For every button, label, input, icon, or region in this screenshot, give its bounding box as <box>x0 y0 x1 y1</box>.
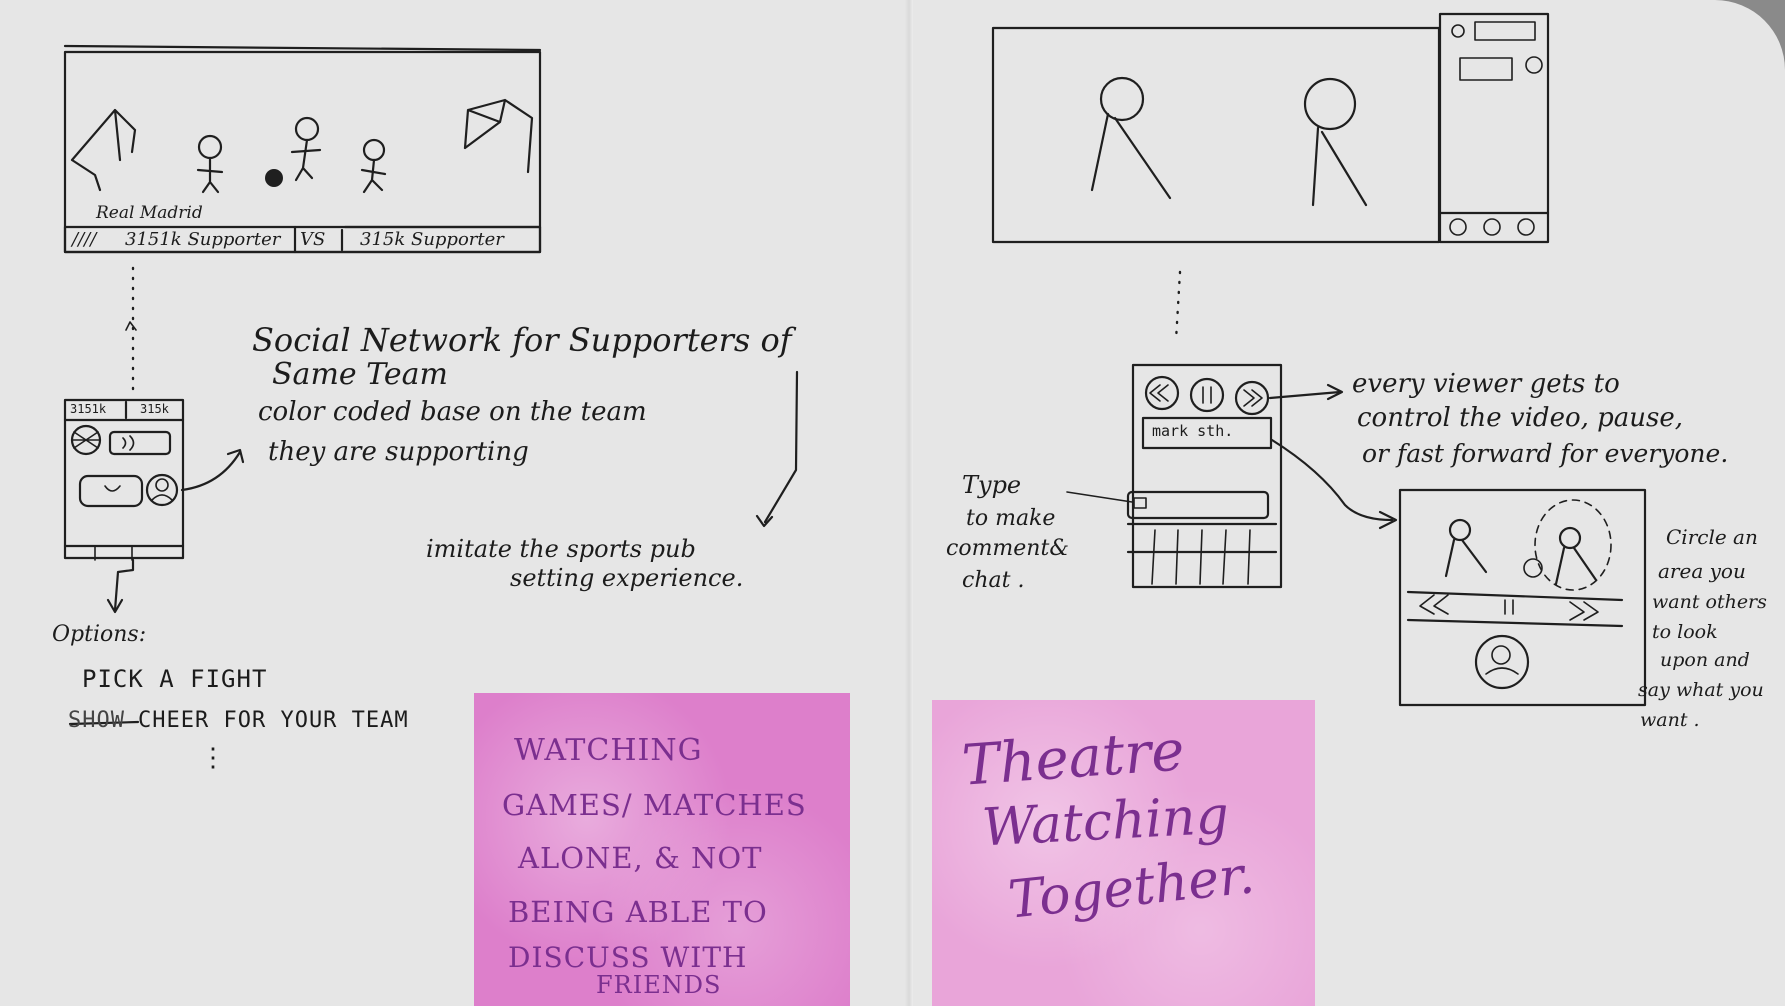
sticky-right-line-3: Together. <box>1005 845 1258 931</box>
option-cheer-for-your-team: CHEER FOR YOUR TEAM <box>138 708 409 733</box>
option-pick-a-fight: PICK A FIGHT <box>82 665 268 693</box>
sticky-left-line-3: ALONE, & NOT <box>518 841 763 875</box>
concept-title-line-1: Social Network for Supporters of <box>252 321 792 359</box>
controls-note-line-3: or fast forward for everyone. <box>1362 439 1729 468</box>
sticky-left-line-5: DISCUSS WITH <box>508 941 748 974</box>
video-sketch <box>991 12 1550 244</box>
phone-sketch <box>63 398 245 614</box>
type-note-line-3: comment& <box>946 536 1069 561</box>
phone-left-count: 3151k <box>70 402 107 416</box>
up-arrow-icon <box>125 321 137 331</box>
circle-sketch-frame <box>1398 488 1647 707</box>
type-note-line-2: to make <box>966 506 1056 531</box>
sticky-note-idea: Theatre Watching Together. <box>932 700 1315 1006</box>
left-supporters-count: 3151k Supporter <box>125 229 281 250</box>
circle-note-line-6: say what you <box>1638 679 1764 701</box>
imitate-line-1: imitate the sports pub <box>426 535 696 563</box>
dashed-circle-selection <box>1534 499 1612 591</box>
player-2-icon <box>290 116 322 182</box>
imitate-line-2: setting experience. <box>510 564 744 592</box>
chat-panel <box>1438 12 1550 244</box>
circle-note-line-4: to look <box>1652 621 1718 643</box>
circle-note-line-1: Circle an <box>1666 525 1758 549</box>
stadium-frame-top-stroke <box>63 44 542 52</box>
team-label: Real Madrid <box>96 203 203 223</box>
concept-title-line-2: Same Team <box>272 357 448 392</box>
chat-bubble-sound <box>108 430 172 456</box>
pause-small-icon <box>1504 599 1514 615</box>
rewind-small-icon <box>1419 594 1449 615</box>
option-struck-show: SHOW <box>68 708 125 733</box>
left-goal-icon <box>70 108 137 192</box>
fast-forward-icon <box>1234 380 1270 416</box>
arrow-to-imitate <box>763 370 799 524</box>
sticky-right-line-2: Watching <box>980 785 1231 859</box>
fast-forward-small-icon <box>1569 601 1599 621</box>
versus-label: VS <box>300 229 326 250</box>
viewer-2-icon <box>1303 77 1357 131</box>
circle-note-line-7: want . <box>1640 709 1700 731</box>
arrow-to-concept <box>180 450 242 492</box>
sticky-left-line-6: FRIENDS <box>596 971 722 999</box>
circle-note-line-3: want others <box>1652 591 1767 613</box>
right-supporters-count: 315k Supporter <box>360 229 504 250</box>
controls-note-line-1: every viewer gets to <box>1352 369 1620 399</box>
arrow-from-type-note <box>1066 491 1133 503</box>
control-phone-sketch <box>1066 363 1398 589</box>
avatar-small-icon <box>1523 558 1543 578</box>
sticky-right-line-1: Theatre <box>960 718 1187 799</box>
circle-note-line-2: area you <box>1658 559 1746 583</box>
notebook-spread: Real Madrid //// 3151k Supporter VS 315k… <box>0 0 1785 1006</box>
mark-button-label: mark sth. <box>1152 422 1234 440</box>
player-1-icon <box>196 134 224 194</box>
video-frame <box>991 26 1441 244</box>
controls-note-line-2: control the video, pause, <box>1357 403 1684 433</box>
dotted-connector-right <box>1174 270 1182 342</box>
sticky-left-line-2: GAMES/ MATCHES <box>502 788 807 822</box>
player-3-icon <box>360 138 387 194</box>
concept-desc-line-2: they are supporting <box>268 437 529 467</box>
ball-icon <box>265 169 283 187</box>
control-phone-frame <box>1131 363 1283 589</box>
score-marks: //// <box>72 229 97 250</box>
arrow-to-options <box>113 558 135 612</box>
options-more: ⋮ <box>200 743 226 773</box>
sketch-drawings <box>63 12 1647 726</box>
sticky-note-problem: WATCHING GAMES/ MATCHES ALONE, & NOT BEI… <box>474 693 850 1006</box>
comment-input-frame <box>1126 490 1270 520</box>
type-note-line-1: Type <box>962 471 1022 499</box>
pause-icon <box>1189 377 1225 413</box>
sticky-left-line-4: BEING ABLE TO <box>508 895 768 929</box>
options-label: Options: <box>52 622 147 647</box>
right-goal-icon <box>463 98 534 174</box>
phone-right-count: 315k <box>140 402 169 416</box>
concept-desc-line-1: color coded base on the team <box>258 397 647 427</box>
circle-note-line-5: upon and <box>1660 649 1750 671</box>
type-note-line-4: chat . <box>962 568 1025 593</box>
sticky-left-line-1: WATCHING <box>514 733 703 768</box>
mic-avatar-icon <box>1474 634 1530 690</box>
circle-area-sketch <box>1398 488 1647 707</box>
